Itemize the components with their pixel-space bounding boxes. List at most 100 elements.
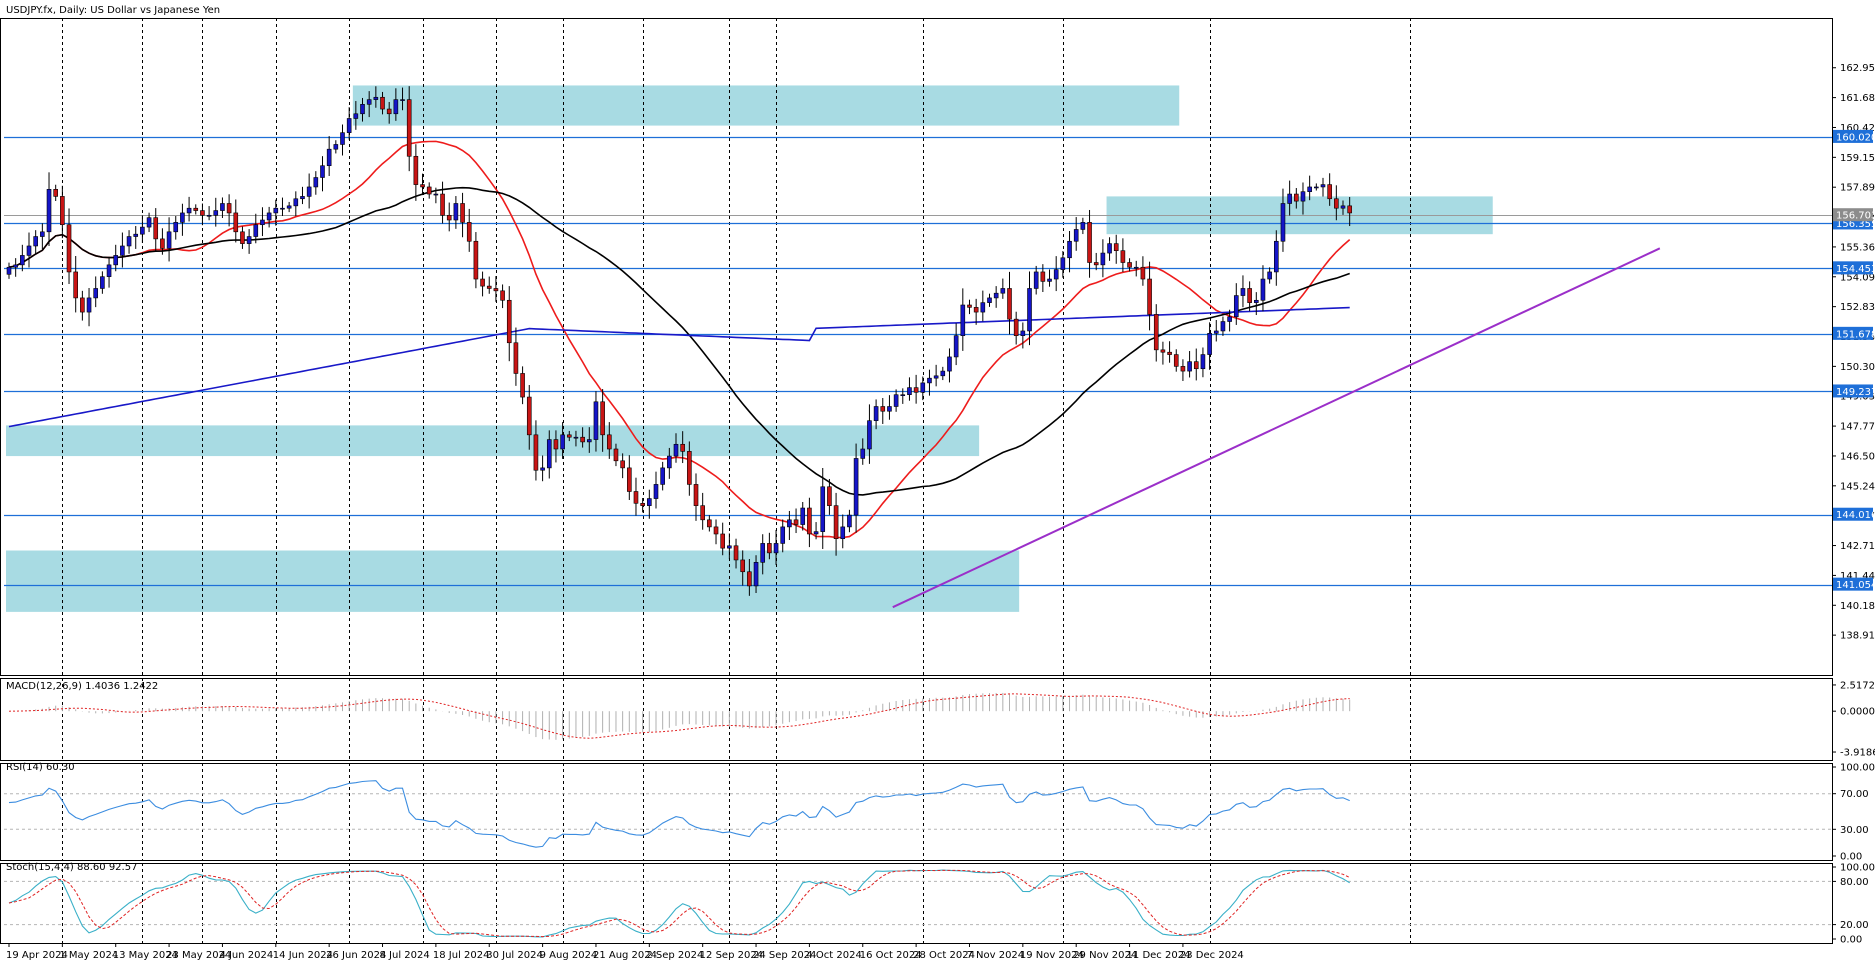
candle-body bbox=[506, 299, 512, 344]
last-price-label: 156.703 bbox=[1836, 211, 1875, 222]
price-tick-label: 145.240 bbox=[1840, 481, 1875, 492]
level-label: 154.453 bbox=[1836, 264, 1875, 275]
candle-body bbox=[820, 486, 826, 532]
candle-body bbox=[353, 113, 359, 119]
price-tick-label: 150.300 bbox=[1840, 362, 1875, 373]
candle-body bbox=[193, 207, 199, 211]
price-tick-label: 138.915 bbox=[1840, 631, 1875, 642]
candle-body bbox=[960, 304, 966, 336]
candle-body bbox=[26, 245, 32, 256]
candle-body bbox=[1260, 278, 1266, 301]
candle-body bbox=[1120, 250, 1126, 263]
price-tick-label: 152.830 bbox=[1840, 302, 1875, 313]
candle-body bbox=[1140, 266, 1146, 280]
pane-tick-label: 30.00 bbox=[1840, 825, 1869, 836]
candle-body bbox=[600, 401, 605, 436]
candle-body bbox=[113, 255, 119, 266]
time-tick-label: 30 Jul 2024 bbox=[486, 950, 543, 961]
candle-body bbox=[106, 264, 112, 277]
candle-body bbox=[747, 571, 752, 587]
price-tick-label: 146.505 bbox=[1840, 451, 1875, 462]
candle-body bbox=[440, 193, 445, 216]
candle-body bbox=[1334, 198, 1339, 209]
candle-body bbox=[880, 406, 886, 412]
candle-body bbox=[200, 210, 205, 216]
time-tick-label: 18 Jul 2024 bbox=[433, 950, 490, 961]
candle-body bbox=[86, 297, 92, 313]
price-tick-label: 147.770 bbox=[1840, 422, 1875, 433]
candle-body bbox=[1274, 240, 1279, 273]
time-tick-label: 7 Nov 2024 bbox=[966, 950, 1024, 961]
candle-body bbox=[566, 434, 572, 438]
candle-body bbox=[847, 514, 852, 528]
candle-body bbox=[900, 394, 906, 397]
candle-body bbox=[406, 99, 412, 157]
candle-body bbox=[1067, 240, 1072, 259]
candle-body bbox=[180, 212, 185, 223]
candle-body bbox=[1267, 271, 1272, 280]
time-tick-label: 4 Jun 2024 bbox=[219, 950, 273, 961]
candle-body bbox=[1180, 366, 1186, 372]
candle-body bbox=[1087, 222, 1092, 263]
candle-body bbox=[660, 467, 665, 485]
pane-tick-label: 70.00 bbox=[1840, 789, 1869, 800]
candle-body bbox=[1207, 333, 1212, 355]
macd-label: MACD(12,26,9) 1.4036 1.2422 bbox=[6, 681, 158, 692]
zone-3 bbox=[6, 425, 980, 457]
candle-body bbox=[773, 543, 779, 554]
level-label: 144.016 bbox=[1836, 510, 1875, 521]
candle-body bbox=[893, 394, 899, 407]
candle-body bbox=[126, 236, 132, 247]
candle-body bbox=[947, 356, 952, 372]
candle-body bbox=[1347, 205, 1352, 214]
candle-body bbox=[426, 186, 432, 195]
candle-body bbox=[1280, 203, 1286, 242]
time-tick-label: 4 Oct 2024 bbox=[806, 950, 861, 961]
candle-body bbox=[827, 486, 832, 506]
candle-body bbox=[653, 484, 659, 499]
candle-body bbox=[1053, 269, 1059, 280]
candle-body bbox=[1153, 314, 1159, 351]
candle-body bbox=[1033, 271, 1039, 289]
candle-body bbox=[1220, 321, 1226, 332]
candle-body bbox=[420, 184, 425, 188]
candle-body bbox=[526, 396, 532, 436]
pane-tick-label: -3.9186 bbox=[1840, 748, 1875, 759]
candle-body bbox=[1233, 295, 1239, 318]
time-tick-label: 23 Dec 2024 bbox=[1180, 950, 1244, 961]
time-tick-label: 2 Sep 2024 bbox=[646, 950, 703, 961]
time-tick-label: 8 Jul 2024 bbox=[380, 950, 430, 961]
level-label: 160.020 bbox=[1836, 132, 1875, 143]
candle-body bbox=[1020, 330, 1026, 336]
candle-body bbox=[800, 507, 806, 525]
candle-body bbox=[833, 505, 839, 540]
candle-body bbox=[940, 370, 946, 377]
candle-body bbox=[520, 373, 525, 398]
candle-body bbox=[386, 108, 392, 115]
candle-body bbox=[100, 276, 105, 289]
candle-body bbox=[1167, 351, 1172, 355]
candle-body bbox=[293, 198, 299, 207]
candle-body bbox=[793, 519, 799, 525]
pane-tick-label: 100.00 bbox=[1840, 763, 1875, 774]
pane-tick-label: 0.0000 bbox=[1840, 707, 1875, 718]
candle-body bbox=[980, 302, 986, 313]
candle-body bbox=[807, 507, 812, 535]
pane-tick-label: 20.00 bbox=[1840, 920, 1869, 931]
candle-body bbox=[360, 104, 365, 115]
candle-body bbox=[860, 448, 866, 459]
chart-canvas: 2.5172 0.0000 -3.9186 100.00 70.00 30.00 0.00… bbox=[0, 0, 1875, 964]
candle-body bbox=[453, 203, 459, 221]
candle-body bbox=[813, 531, 819, 535]
candle-body bbox=[613, 448, 619, 462]
candle-body bbox=[466, 222, 472, 242]
zone-4 bbox=[6, 550, 1020, 612]
candle-body bbox=[1107, 243, 1112, 254]
candle-body bbox=[727, 545, 732, 549]
candle-body bbox=[733, 545, 739, 561]
candle-body bbox=[53, 189, 58, 197]
candle-body bbox=[687, 451, 692, 485]
candle-body bbox=[13, 264, 18, 268]
candle-body bbox=[987, 297, 992, 303]
candle-body bbox=[1227, 316, 1232, 322]
